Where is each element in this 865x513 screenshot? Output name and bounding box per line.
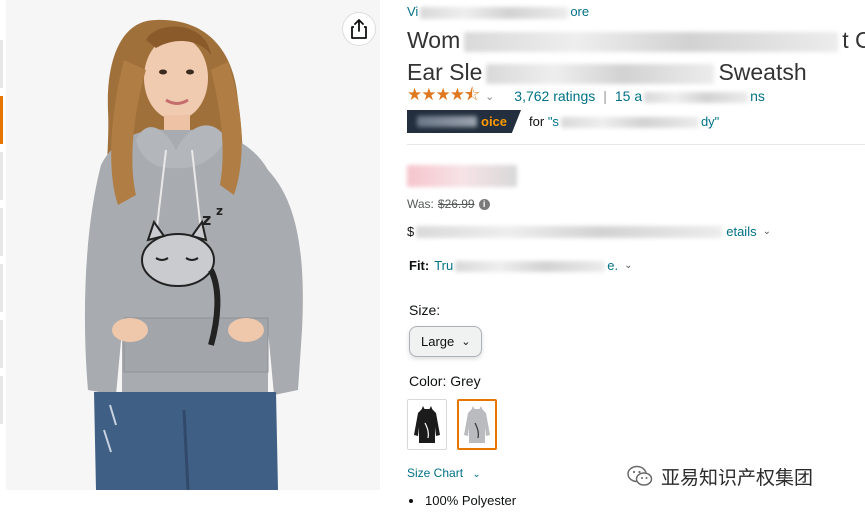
redacted-text — [455, 261, 606, 273]
thumbnail[interactable] — [0, 376, 3, 424]
svg-text:z: z — [202, 210, 211, 229]
choice-badge[interactable]: oice — [407, 110, 522, 133]
chevron-down-icon[interactable]: ⌄ — [485, 90, 494, 103]
size-label: Size: — [409, 302, 441, 318]
keyword-end: dy" — [700, 114, 720, 129]
fit-link[interactable]: Tru e. — [434, 258, 618, 273]
rating-row: ★★★★⯪ ⌄ 3,762 ratings | 15 a ns — [407, 85, 765, 106]
size-selected-value: Large — [421, 334, 455, 349]
redacted-text — [644, 91, 749, 103]
bullet-dot — [409, 498, 413, 503]
color-label-text: Color: — [409, 373, 447, 389]
current-price — [407, 162, 517, 190]
title-line2-end: Sweatsh — [718, 59, 807, 85]
details-prefix: $ — [407, 224, 415, 239]
watermark: 亚易知识产权集团 — [627, 461, 813, 491]
redacted-text — [416, 225, 723, 238]
redacted-price — [407, 165, 517, 187]
separator: | — [603, 88, 607, 104]
color-label: Color: Grey — [409, 373, 481, 389]
qa-prefix: 15 a — [614, 88, 643, 104]
redacted-text — [560, 117, 699, 129]
thumbnail-active[interactable] — [0, 96, 3, 144]
ratings-count-link[interactable]: 3,762 ratings — [514, 88, 595, 104]
choice-badge-row: oice for "s dy" — [407, 110, 719, 133]
thumbnail[interactable] — [0, 40, 3, 88]
choice-badge-label: oice — [481, 114, 508, 129]
feature-bullet-text: 100% Polyester — [425, 493, 517, 508]
section-divider — [407, 144, 865, 145]
redacted-text — [417, 116, 477, 127]
size-chart-link[interactable]: Size Chart ⌄ — [407, 466, 481, 480]
hoodie-model-illustration: z z — [6, 0, 380, 490]
details-link[interactable]: etails — [726, 224, 756, 239]
store-link-suffix: ore — [570, 4, 590, 19]
title-line1-end: t C — [842, 27, 865, 53]
store-link[interactable]: Vi ore — [407, 4, 589, 19]
svg-text:z: z — [216, 204, 223, 218]
was-price-row: Was: $26.99 i — [407, 197, 490, 211]
title-line-1: Wom t C — [407, 27, 865, 53]
thumbnail[interactable] — [0, 152, 3, 200]
share-button[interactable] — [342, 12, 376, 46]
product-info-panel: Vi ore Wom t C Ear Sle Sweatsh ★★★★⯪ ⌄ 3,76… — [407, 0, 865, 513]
badge-keyword: for "s dy" — [529, 114, 719, 129]
main-product-image[interactable]: z z — [6, 0, 380, 490]
wechat-icon — [627, 465, 653, 486]
grey-hoodie-thumbnail — [464, 405, 490, 443]
size-chart-label: Size Chart — [407, 466, 464, 480]
black-hoodie-thumbnail — [414, 405, 440, 443]
keyword-start: "s — [547, 114, 559, 129]
thumbnail[interactable] — [0, 208, 3, 256]
info-icon[interactable]: i — [478, 198, 490, 210]
chevron-down-icon: ⌄ — [472, 469, 481, 480]
fit-label: Fit: — [409, 258, 430, 273]
badge-keyword-link[interactable]: "s dy" — [548, 114, 719, 129]
store-link-prefix: Vi — [407, 4, 419, 19]
chevron-down-icon[interactable]: ⌄ — [624, 260, 632, 271]
delivery-details-row: $ etails ⌄ — [407, 224, 771, 239]
redacted-text — [420, 6, 569, 19]
was-label: Was: — [407, 197, 434, 211]
badge-for-text: for — [529, 114, 545, 129]
size-dropdown[interactable]: Large ⌄ — [409, 326, 482, 357]
product-title: Wom t C Ear Sle Sweatsh — [407, 24, 865, 88]
color-swatch-black[interactable] — [407, 399, 447, 450]
color-selected-value: Grey — [450, 373, 481, 389]
redacted-text — [486, 63, 715, 84]
redacted-text — [464, 31, 839, 52]
thumbnail[interactable] — [0, 264, 3, 312]
chevron-down-icon[interactable]: ⌄ — [763, 226, 771, 237]
qa-suffix: ns — [750, 88, 765, 104]
was-price: $26.99 — [437, 197, 475, 211]
feature-bullet: 100% Polyester — [409, 493, 516, 508]
watermark-text: 亚易知识产权集团 — [661, 466, 814, 489]
share-icon — [351, 19, 367, 39]
color-swatch-grey[interactable] — [457, 399, 497, 450]
thumbnail[interactable] — [0, 320, 3, 368]
fit-link-end: e. — [607, 258, 619, 273]
fit-row: Fit: Tru e. ⌄ — [409, 258, 632, 273]
fit-link-start: Tru — [434, 258, 454, 273]
title-line1-start: Wom — [407, 27, 461, 53]
chevron-down-icon: ⌄ — [461, 336, 471, 348]
star-rating-icon[interactable]: ★★★★⯪ — [407, 82, 480, 111]
answered-questions-link[interactable]: 15 a ns — [615, 88, 765, 104]
